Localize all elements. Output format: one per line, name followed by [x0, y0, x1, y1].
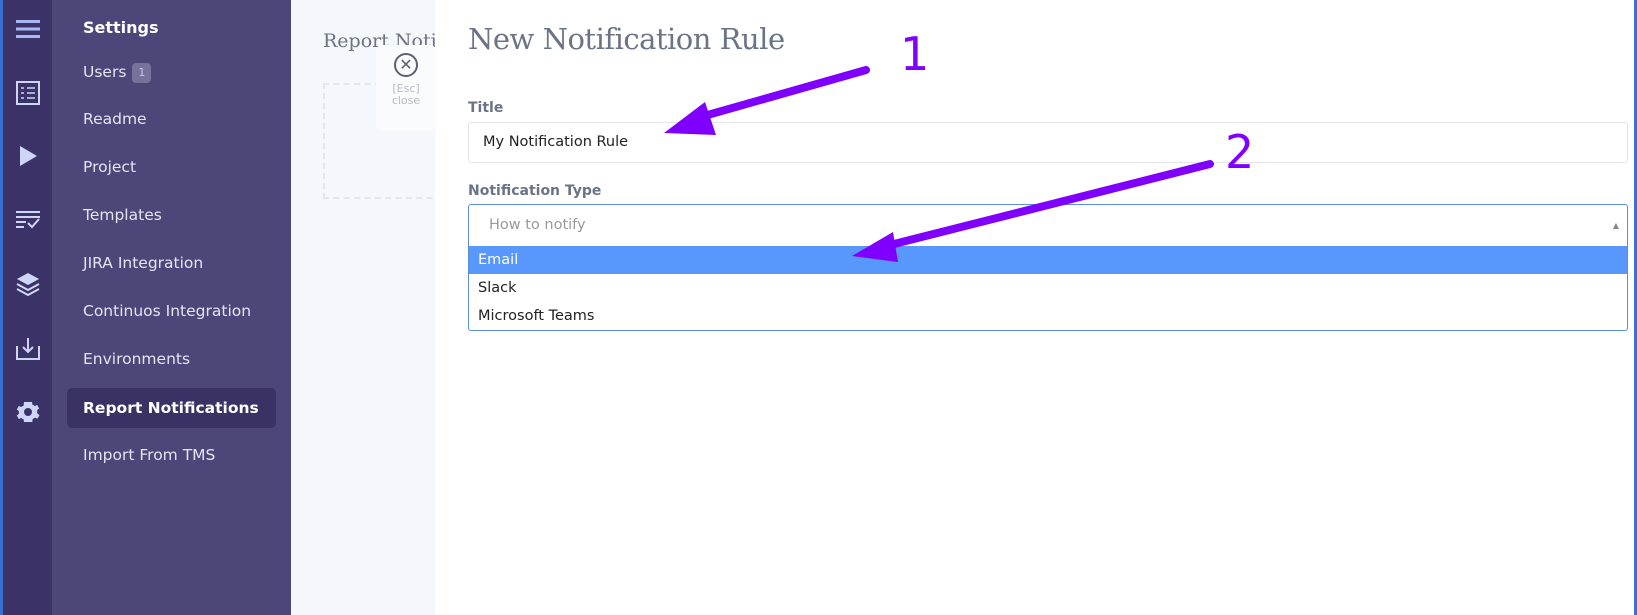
sidebar-item-readme[interactable]: Readme	[67, 99, 276, 139]
sidebar-item-users[interactable]: Users 1	[67, 52, 276, 92]
menu-icon[interactable]	[15, 16, 41, 42]
icon-bar	[0, 0, 52, 615]
test-runs-icon[interactable]	[15, 207, 41, 233]
close-panel-button[interactable]: ✕ [Esc] close	[376, 45, 436, 131]
sidebar-item-environments[interactable]: Environments	[67, 339, 276, 379]
sidebar-item-templates[interactable]: Templates	[67, 195, 276, 235]
title-label: Title	[468, 100, 504, 116]
settings-sidebar: Settings Users 1 Readme Project Templates…	[52, 0, 291, 615]
import-icon[interactable]	[15, 336, 41, 362]
option-slack[interactable]: Slack	[469, 274, 1627, 302]
sidebar-item-label: Users	[83, 63, 127, 81]
notification-type-label: Notification Type	[468, 183, 602, 199]
panel-title: New Notification Rule	[468, 22, 785, 56]
option-email[interactable]: Email	[469, 246, 1627, 274]
close-label: close	[391, 94, 421, 107]
caret-up-icon: ▲	[1612, 221, 1619, 230]
play-icon[interactable]	[15, 143, 41, 169]
select-placeholder: How to notify	[489, 217, 586, 233]
notification-type-select[interactable]: How to notify ▲ Email Slack Microsoft Tea…	[468, 204, 1628, 331]
gear-icon[interactable]	[15, 399, 41, 425]
users-count-badge: 1	[132, 62, 152, 83]
layers-icon[interactable]	[15, 271, 41, 297]
sidebar-item-continuos-integration[interactable]: Continuos Integration	[67, 291, 276, 331]
sidebar-item-jira-integration[interactable]: JIRA Integration	[67, 243, 276, 283]
sidebar-item-report-notifications[interactable]: Report Notifications	[67, 388, 276, 428]
close-icon: ✕	[394, 53, 418, 77]
title-input[interactable]: My Notification Rule	[468, 122, 1628, 163]
checklist-icon[interactable]	[15, 80, 41, 106]
sidebar-item-project[interactable]: Project	[67, 147, 276, 187]
option-microsoft-teams[interactable]: Microsoft Teams	[469, 302, 1627, 330]
new-rule-panel: New Notification Rule Title My Notificat…	[435, 0, 1637, 615]
sidebar-item-import-from-tms[interactable]: Import From TMS	[67, 435, 276, 475]
sidebar-heading: Settings	[83, 18, 159, 37]
